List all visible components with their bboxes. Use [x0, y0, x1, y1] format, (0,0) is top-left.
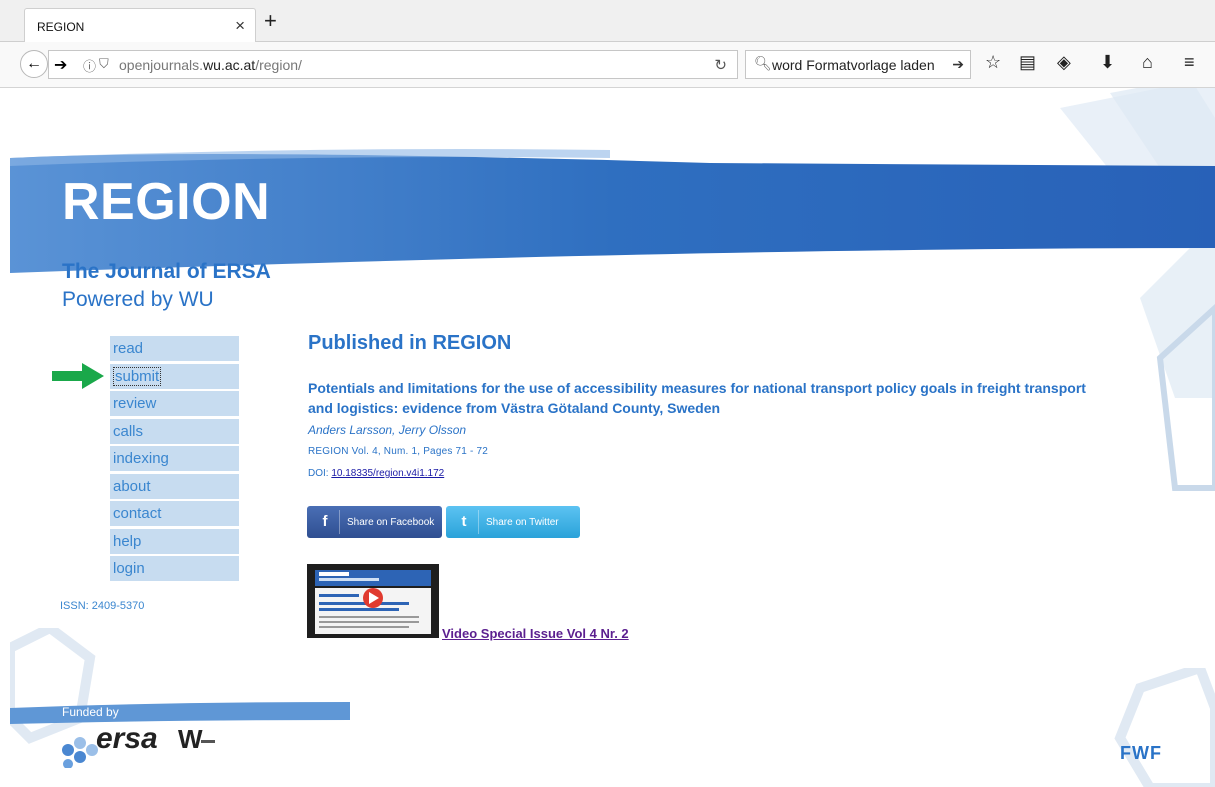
article-issue: REGION Vol. 4, Num. 1, Pages 71 - 72: [308, 446, 489, 457]
ersa-wordmark: ersa: [96, 722, 158, 755]
twitter-icon: t: [461, 513, 467, 530]
pocket-icon[interactable]: ◈: [1057, 52, 1071, 73]
video-preview-image: [307, 564, 439, 638]
funded-banner: [10, 702, 350, 724]
video-thumbnail[interactable]: [307, 564, 439, 638]
search-icon: 🔍︎: [754, 55, 772, 71]
share-twitter-button[interactable]: t Share on Twitter: [446, 506, 580, 538]
hexagon-decoration: [1114, 668, 1215, 787]
funded-by-label: Funded by: [62, 705, 119, 719]
browser-tab[interactable]: REGION ×: [24, 8, 256, 43]
ersa-logo[interactable]: ersa W: [58, 722, 258, 772]
web-page: REGION The Journal of ERSA Powered by WU…: [10, 88, 1215, 787]
divider: [339, 510, 340, 534]
video-link[interactable]: Video Special Issue Vol 4 Nr. 2: [442, 626, 629, 641]
article-title[interactable]: Potentials and limitations for the use o…: [308, 378, 1088, 418]
section-heading: Published in REGION: [308, 332, 512, 354]
share-facebook-label: Share on Facebook: [347, 517, 435, 528]
wu-mark-line: [201, 740, 215, 743]
site-subtitle: The Journal of ERSA: [62, 260, 271, 283]
home-icon[interactable]: ⌂: [1142, 52, 1153, 73]
menu-item-submit[interactable]: submit: [110, 363, 239, 389]
search-input[interactable]: 🔍︎ word Formatvorlage laden ➔: [745, 50, 971, 79]
url-bar[interactable]: ⓘ ⛉ openjournals.wu.ac.at/region/ ↻: [48, 50, 738, 79]
hexagon-decoration: [1140, 248, 1215, 491]
share-twitter-label: Share on Twitter: [486, 517, 559, 528]
site-title: REGION: [62, 173, 271, 231]
divider: [478, 510, 479, 534]
menu-item-read[interactable]: read: [110, 336, 239, 361]
article-authors: Anders Larsson, Jerry Olsson: [308, 423, 467, 437]
bookmark-star-icon[interactable]: ☆: [985, 52, 1001, 73]
back-icon[interactable]: ←: [20, 50, 48, 78]
reload-icon[interactable]: ↻: [714, 56, 727, 74]
info-icon[interactable]: ⓘ: [83, 56, 96, 75]
issn: ISSN: 2409-5370: [60, 600, 145, 612]
green-arrow-icon: [52, 363, 104, 389]
menu-item-contact[interactable]: contact: [110, 501, 239, 526]
menu-item-login[interactable]: login: [110, 556, 239, 581]
search-go-icon[interactable]: ➔: [952, 56, 964, 73]
close-tab-icon[interactable]: ×: [235, 16, 245, 36]
menu-item-help[interactable]: help: [110, 528, 239, 554]
shield-icon[interactable]: ⛉: [99, 56, 109, 72]
powered-by: Powered by WU: [62, 288, 214, 311]
search-text: word Formatvorlage laden: [772, 57, 935, 73]
reading-list-icon[interactable]: ▤: [1019, 52, 1036, 73]
menu-item-review[interactable]: review: [110, 391, 239, 416]
new-tab-icon[interactable]: +: [264, 10, 277, 32]
url-text[interactable]: openjournals.wu.ac.at/region/: [119, 57, 302, 73]
article-doi: DOI: 10.18335/region.v4i1.172: [308, 468, 445, 479]
tab-strip: REGION × +: [0, 0, 1215, 43]
menu-item-calls[interactable]: calls: [110, 418, 239, 444]
forward-icon[interactable]: ➔: [54, 55, 67, 75]
ersa-molecule-icon: [62, 737, 98, 768]
facebook-icon: f: [322, 513, 328, 530]
wu-wordmark: W: [178, 724, 203, 754]
tab-title: REGION: [37, 20, 85, 34]
browser-window: REGION × + ⓘ ⛉ openjournals.wu.ac.at/reg…: [0, 0, 1215, 787]
share-facebook-button[interactable]: f Share on Facebook: [307, 506, 442, 538]
menu-item-indexing[interactable]: indexing: [110, 446, 239, 471]
menu-icon[interactable]: ≡: [1184, 52, 1195, 73]
fwf-logo[interactable]: FWF: [1120, 743, 1162, 764]
menu-item-about[interactable]: about: [110, 473, 239, 499]
download-icon[interactable]: ⬇: [1100, 52, 1115, 73]
side-menu: read submit review calls indexing about …: [110, 336, 240, 584]
doi-link[interactable]: 10.18335/region.v4i1.172: [331, 468, 444, 479]
